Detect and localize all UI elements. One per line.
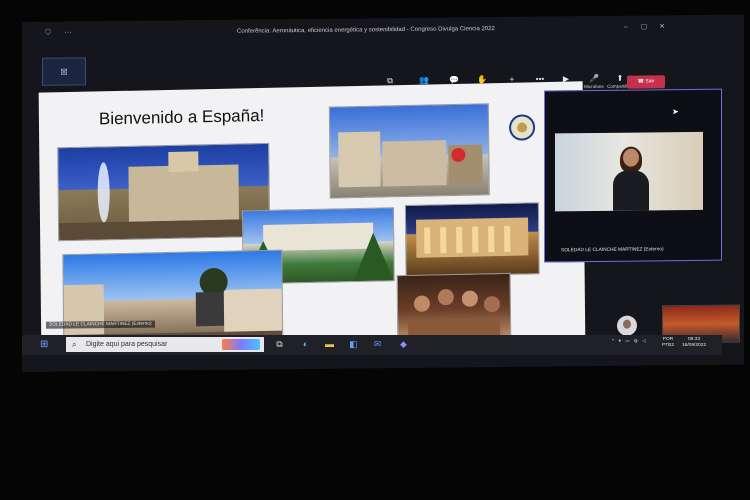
minimize-icon[interactable]: –	[622, 24, 630, 32]
speaker-person	[613, 146, 649, 211]
leave-button[interactable]: ☎ Sair	[627, 75, 665, 89]
participant-avatar[interactable]	[617, 315, 637, 336]
metropolis-building-photo	[328, 103, 490, 199]
taskbar-search-box[interactable]: ⌕ Digite aqui para pesquisar	[66, 337, 264, 352]
mouse-cursor-icon: ➤	[672, 107, 679, 117]
search-placeholder: Digite aqui para pesquisar	[86, 341, 168, 348]
network-icon[interactable]: ◍	[634, 338, 638, 344]
chevron-up-icon[interactable]: ^	[612, 338, 614, 343]
shield-icon: ⛉	[45, 29, 51, 37]
phone-icon: ☎	[637, 78, 644, 85]
teams-icon[interactable]: ◆	[398, 339, 409, 350]
store-icon[interactable]: ◧	[348, 339, 359, 350]
speaker-name-label: SOLEDAD LE CLAINCHE MARTINEZ (Externo)	[561, 247, 664, 254]
shared-slide: Bienvenido a España!	[38, 81, 586, 355]
microphone-tray-icon[interactable]: ●	[618, 338, 621, 343]
slide-title: Bienvenido a España!	[98, 105, 265, 129]
close-icon[interactable]: ✕	[658, 23, 666, 31]
maximize-icon[interactable]: ▢	[640, 23, 648, 31]
dots-icon: ⋯	[64, 29, 72, 37]
input-language[interactable]: POR PTB2	[662, 337, 674, 349]
university-seal-logo	[508, 114, 536, 141]
system-tray: ^ ● ▭ ◍ ◁	[612, 338, 649, 344]
presenter-overlay-name: SOLEDAD LE CLAINCHE MARTINEZ (Externo)	[46, 320, 155, 329]
task-view-icon[interactable]: ⧉	[274, 339, 285, 350]
puerta-del-sol-bear-statue-photo	[62, 249, 284, 349]
prado-museum-photo	[404, 202, 540, 278]
speaker-video	[555, 131, 703, 212]
taskbar-clock[interactable]: 09:33 16/09/2022	[682, 337, 706, 349]
cibeles-fountain-photo	[57, 142, 271, 242]
volume-icon[interactable]: ◁	[642, 338, 645, 344]
screen: ⛉ ⋯ Conferência: Aeronáutica, eficiencia…	[22, 14, 744, 372]
search-highlight-art	[222, 339, 260, 350]
mail-icon[interactable]: ✉	[372, 339, 383, 350]
battery-icon[interactable]: ▭	[625, 338, 629, 344]
file-explorer-icon[interactable]: ▬	[324, 339, 335, 350]
edge-browser-icon[interactable]: ◐	[300, 339, 311, 350]
windows-taskbar: ⊞ ⌕ Digite aqui para pesquisar ⧉ ◐ ▬ ◧ ✉…	[22, 335, 722, 355]
window-title: Conferência: Aeronáutica, eficiencia ene…	[237, 26, 495, 35]
speaker-video-tile[interactable]: SOLEDAD LE CLAINCHE MARTINEZ (Externo)	[544, 88, 722, 263]
search-icon: ⌕	[72, 340, 77, 349]
windows-start-icon[interactable]: ⊞	[40, 339, 51, 350]
